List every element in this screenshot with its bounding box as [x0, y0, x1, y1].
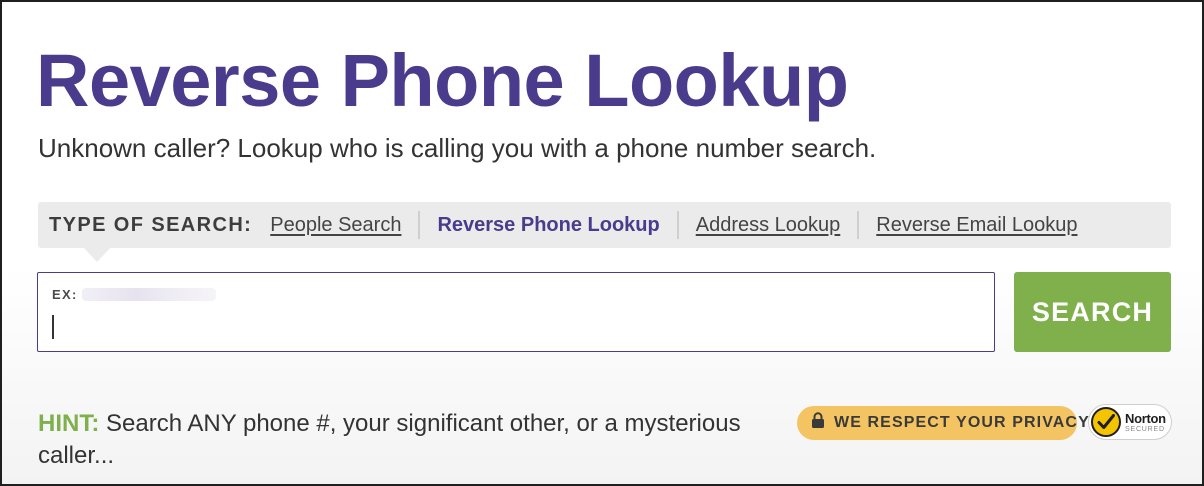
norton-brand: Norton [1125, 410, 1166, 426]
phone-search-input[interactable] [50, 311, 980, 343]
tab-address-lookup[interactable]: Address Lookup [696, 214, 841, 237]
page-frame: Reverse Phone Lookup Unknown caller? Loo… [0, 0, 1204, 486]
privacy-badge: WE RESPECT YOUR PRIVACY [797, 406, 1089, 440]
norton-secured-badge[interactable]: Norton SECURED [1088, 404, 1172, 440]
tab-reverse-email-lookup[interactable]: Reverse Email Lookup [876, 214, 1077, 237]
norton-text: Norton SECURED [1125, 412, 1166, 433]
tab-divider [857, 211, 860, 239]
page-title: Reverse Phone Lookup [36, 39, 849, 122]
norton-secured-label: SECURED [1125, 425, 1165, 433]
text-caret [52, 315, 54, 339]
tab-reverse-phone-lookup[interactable]: Reverse Phone Lookup [437, 214, 659, 237]
phone-search-field[interactable]: EX: [37, 272, 995, 352]
lock-icon [811, 412, 825, 434]
search-button[interactable]: SEARCH [1014, 272, 1171, 352]
page-subtitle: Unknown caller? Lookup who is calling yo… [38, 133, 877, 163]
tab-people-search[interactable]: People Search [270, 214, 401, 237]
hint-label: HINT: [38, 410, 100, 437]
hint-text: Search ANY phone #, your significant oth… [38, 410, 741, 469]
tab-divider [676, 211, 679, 239]
tab-divider [418, 211, 421, 239]
search-type-label: TYPE OF SEARCH: [49, 213, 253, 236]
redacted-example-number [82, 288, 216, 301]
norton-checkmark-icon [1091, 407, 1121, 437]
search-hint: HINT: Search ANY phone #, your significa… [38, 408, 778, 472]
search-type-bar: TYPE OF SEARCH: People Search Reverse Ph… [38, 202, 1171, 262]
example-label: EX: [52, 287, 78, 302]
privacy-text: WE RESPECT YOUR PRIVACY [834, 414, 1090, 431]
